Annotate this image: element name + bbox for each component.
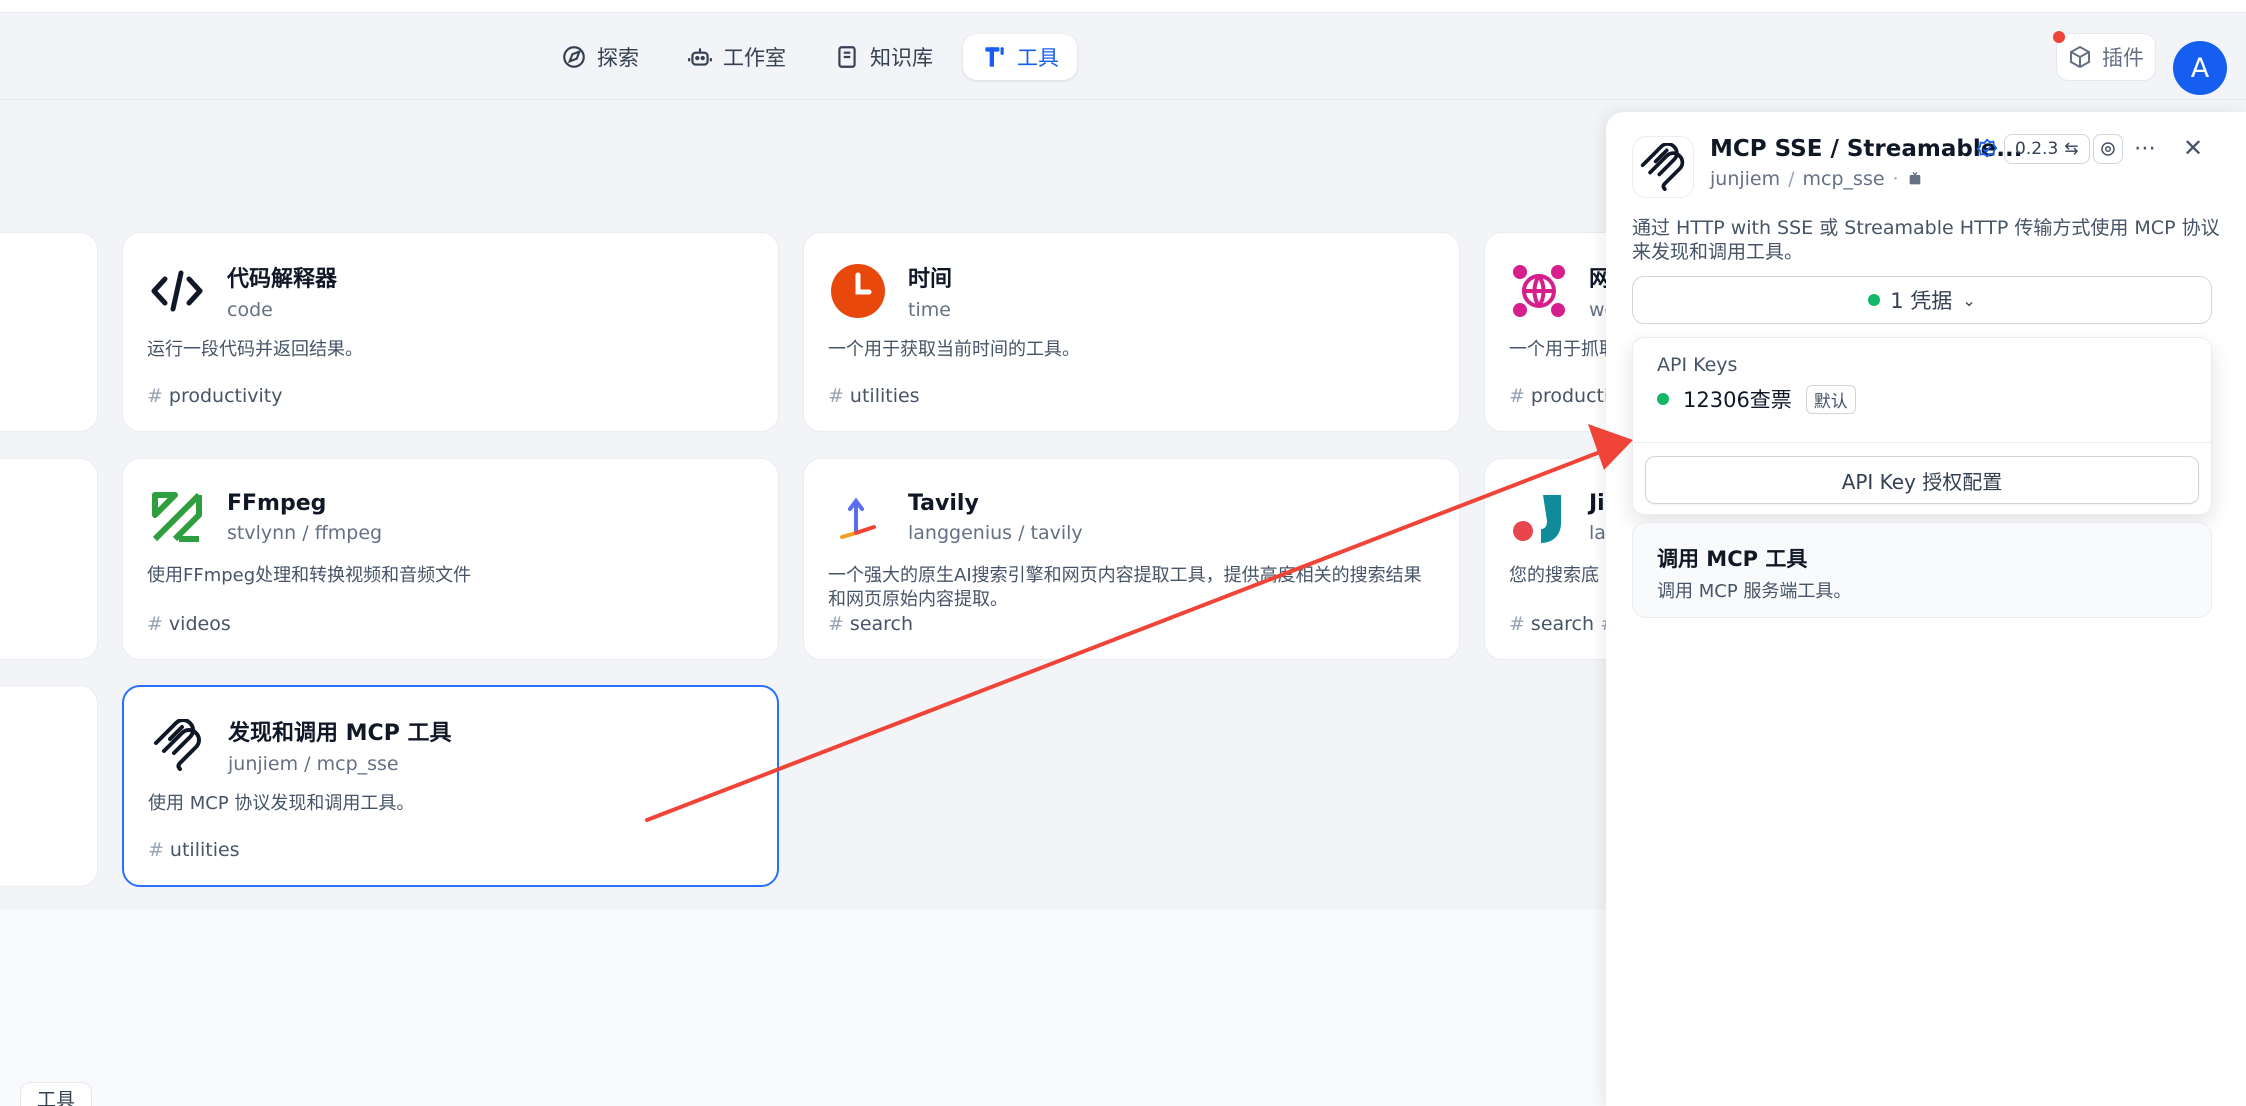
annotation-arrow [645,424,1633,822]
